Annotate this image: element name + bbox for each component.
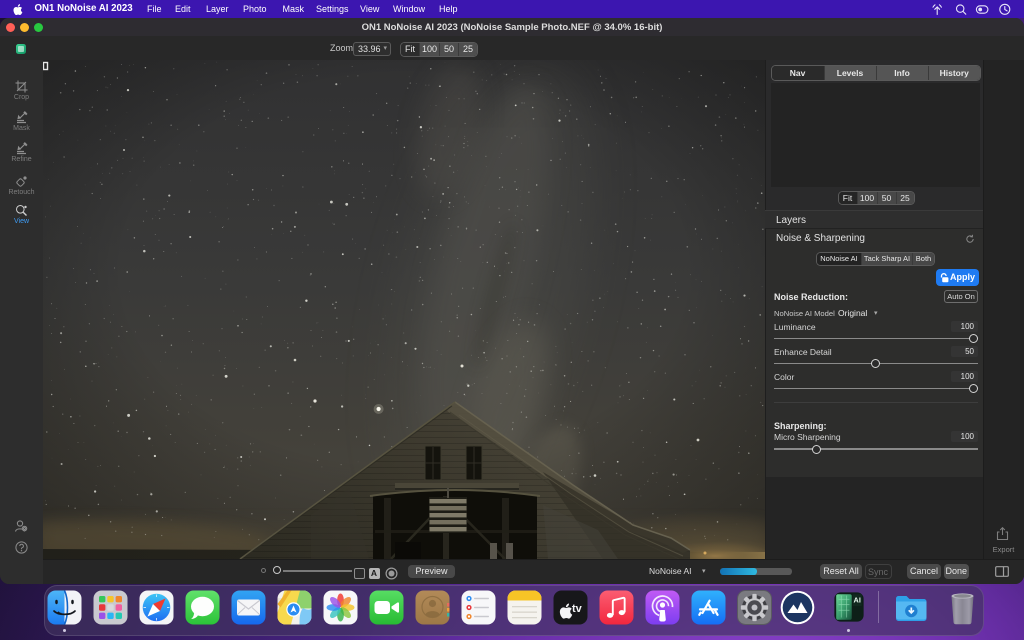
- svg-text:tv: tv: [572, 603, 583, 615]
- svg-text:AI: AI: [853, 595, 860, 604]
